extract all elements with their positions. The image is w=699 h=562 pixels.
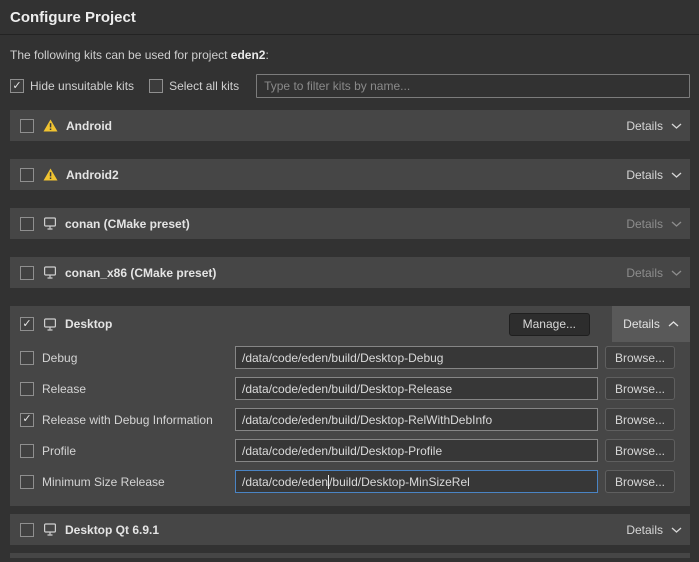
config-left: Release [20, 382, 235, 396]
intro-text: The following kits can be used for proje… [10, 48, 689, 62]
kit-filter-input[interactable] [256, 74, 690, 98]
kit-checkbox[interactable] [20, 217, 34, 231]
browse-button[interactable]: Browse... [605, 439, 675, 462]
kit-checkbox[interactable] [20, 119, 34, 133]
select-all-kits-label: Select all kits [169, 79, 239, 93]
config-checkbox[interactable] [20, 413, 34, 427]
config-checkbox[interactable] [20, 351, 34, 365]
kit-list: Android Details Android2 Details conan (… [10, 110, 690, 545]
warning-icon [43, 168, 58, 181]
kit-checkbox[interactable] [20, 317, 34, 331]
next-kit-row-peek [10, 553, 690, 558]
details-label: Details [623, 317, 660, 331]
config-left: Profile [20, 444, 235, 458]
kit-checkbox[interactable] [20, 523, 34, 537]
details-label: Details [626, 119, 663, 133]
desktop-computer-icon [43, 217, 57, 230]
config-checkbox[interactable] [20, 475, 34, 489]
chevron-down-icon [671, 527, 682, 533]
build-dir-input[interactable] [235, 439, 598, 462]
config-label: Release with Debug Information [42, 413, 213, 427]
kit-name: conan_x86 (CMake preset) [65, 266, 216, 280]
details-button[interactable]: Details [626, 523, 682, 537]
kit-panel-desktop: Desktop Manage... Details Debug Browse..… [10, 306, 690, 506]
build-config-row-release: Release Browse... [10, 373, 690, 404]
config-left: Debug [20, 351, 235, 365]
details-button: Details [626, 217, 682, 231]
config-label: Profile [42, 444, 76, 458]
manage-kits-button[interactable]: Manage... [509, 313, 590, 336]
config-left: Release with Debug Information [20, 413, 235, 427]
details-button[interactable]: Details [626, 168, 682, 182]
project-name: eden2 [231, 48, 266, 62]
hide-unsuitable-kits-label: Hide unsuitable kits [30, 79, 134, 93]
build-config-row-profile: Profile Browse... [10, 435, 690, 466]
kit-controls-bar: Hide unsuitable kits Select all kits [10, 74, 690, 98]
build-dir-input[interactable]: /data/code/eden/build/Desktop-MinSizeRel [235, 470, 598, 493]
intro-suffix: : [265, 48, 268, 62]
select-all-kits-group: Select all kits [149, 79, 239, 93]
chevron-up-icon [668, 321, 679, 327]
kit-checkbox[interactable] [20, 168, 34, 182]
build-config-row-minsizerel: Minimum Size Release /data/code/eden/bui… [10, 466, 690, 497]
kit-checkbox[interactable] [20, 266, 34, 280]
details-button[interactable]: Details [612, 306, 690, 342]
build-config-row-relwithdebinfo: Release with Debug Information Browse... [10, 404, 690, 435]
title-divider [0, 34, 699, 35]
browse-button[interactable]: Browse... [605, 346, 675, 369]
browse-button[interactable]: Browse... [605, 470, 675, 493]
chevron-down-icon [671, 123, 682, 129]
details-label: Details [626, 523, 663, 537]
build-dir-input[interactable] [235, 346, 598, 369]
desktop-computer-icon [43, 523, 57, 536]
kit-name: Desktop Qt 6.9.1 [65, 523, 159, 537]
config-label: Debug [42, 351, 77, 365]
browse-button[interactable]: Browse... [605, 408, 675, 431]
kit-row-conan-x86: conan_x86 (CMake preset) Details [10, 257, 690, 288]
hide-unsuitable-kits-group: Hide unsuitable kits [10, 79, 134, 93]
details-label: Details [626, 217, 663, 231]
kit-name: Android [66, 119, 112, 133]
build-config-row-debug: Debug Browse... [10, 342, 690, 373]
path-text: /data/code/eden [242, 475, 328, 489]
kit-row-conan: conan (CMake preset) Details [10, 208, 690, 239]
chevron-down-icon [671, 221, 682, 227]
build-dir-input[interactable] [235, 377, 598, 400]
warning-icon [43, 119, 58, 132]
details-label: Details [626, 168, 663, 182]
kit-row-android: Android Details [10, 110, 690, 141]
desktop-computer-icon [43, 318, 57, 331]
details-button: Details [626, 266, 682, 280]
config-checkbox[interactable] [20, 382, 34, 396]
kit-name: Android2 [66, 168, 119, 182]
kit-name: Desktop [65, 317, 112, 331]
desktop-computer-icon [43, 266, 57, 279]
details-button[interactable]: Details [626, 119, 682, 133]
kit-name: conan (CMake preset) [65, 217, 190, 231]
kit-row-android2: Android2 Details [10, 159, 690, 190]
intro-prefix: The following kits can be used for proje… [10, 48, 231, 62]
config-label: Minimum Size Release [42, 475, 165, 489]
config-left: Minimum Size Release [20, 475, 235, 489]
page-title: Configure Project [0, 0, 699, 34]
path-text: /build/Desktop-MinSizeRel [329, 475, 470, 489]
chevron-down-icon [671, 270, 682, 276]
config-label: Release [42, 382, 86, 396]
kit-row-desktop: Desktop Manage... [10, 306, 690, 342]
build-dir-input[interactable] [235, 408, 598, 431]
kit-row-desktop-qt: Desktop Qt 6.9.1 Details [10, 514, 690, 545]
hide-unsuitable-kits-checkbox[interactable] [10, 79, 24, 93]
select-all-kits-checkbox[interactable] [149, 79, 163, 93]
details-label: Details [626, 266, 663, 280]
browse-button[interactable]: Browse... [605, 377, 675, 400]
config-checkbox[interactable] [20, 444, 34, 458]
chevron-down-icon [671, 172, 682, 178]
